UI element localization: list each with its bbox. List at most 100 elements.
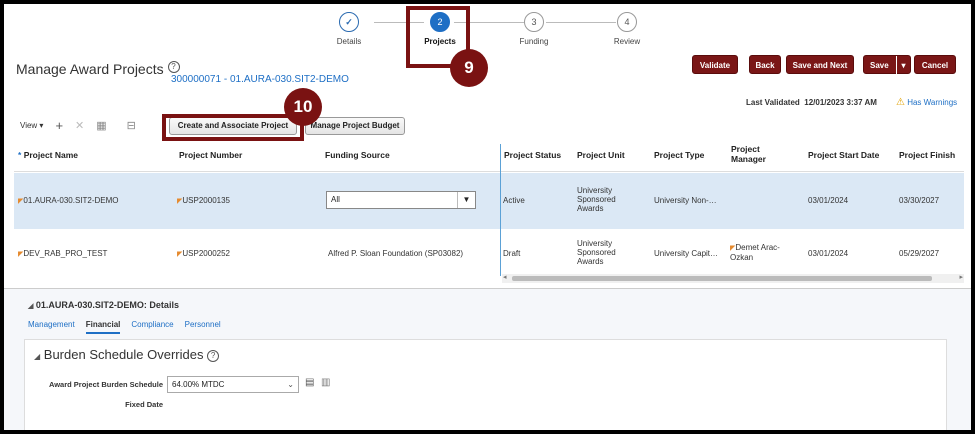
column-header-project-status[interactable]: Project Status bbox=[504, 150, 561, 160]
collapse-icon[interactable]: ◢ bbox=[34, 352, 40, 361]
project-number: USP2000135 bbox=[182, 196, 230, 205]
column-header-project-type[interactable]: Project Type bbox=[654, 150, 704, 160]
last-validated: Last Validated 12/01/2023 3:37 AM bbox=[746, 98, 877, 107]
validate-button[interactable]: Validate bbox=[692, 55, 738, 74]
project-manager-cell: ◤Demet Arac-Ozkan bbox=[730, 243, 790, 262]
warnings-link[interactable]: ⚠ Has Warnings bbox=[896, 97, 957, 108]
project-start-date: 03/01/2024 bbox=[808, 196, 849, 205]
burden-schedule-value: 64.00% MTDC bbox=[172, 380, 225, 389]
column-header-project-start-date[interactable]: Project Start Date bbox=[808, 150, 879, 160]
project-finish-date: 05/29/2027 bbox=[899, 249, 940, 258]
scrollbar-thumb[interactable] bbox=[512, 276, 932, 281]
callout-number: 10 bbox=[284, 88, 322, 126]
column-header-project-manager[interactable]: Project Manager bbox=[731, 144, 781, 164]
page-title-text: Manage Award Projects bbox=[16, 61, 164, 77]
table-row[interactable]: ◤DEV_RAB_PRO_TEST ◤USP2000252 Alfred P. … bbox=[14, 229, 964, 275]
last-validated-value: 12/01/2023 3:37 AM bbox=[804, 98, 877, 107]
column-header-label: Project Name bbox=[23, 150, 79, 160]
column-header-project-unit[interactable]: Project Unit bbox=[577, 150, 625, 160]
project-status: Active bbox=[503, 196, 525, 205]
delete-icon[interactable]: ✕ bbox=[75, 119, 84, 132]
warning-icon: ⚠ bbox=[896, 97, 905, 108]
burden-section: ◢ Burden Schedule Overrides ? Award Proj… bbox=[24, 339, 947, 430]
collapse-icon[interactable]: ◢ bbox=[28, 303, 33, 310]
tab-management[interactable]: Management bbox=[28, 320, 75, 334]
save-and-next-button[interactable]: Save and Next bbox=[786, 55, 854, 74]
scroll-right-icon[interactable]: ▸ bbox=[959, 273, 963, 281]
project-name: 01.AURA-030.SIT2-DEMO bbox=[23, 196, 119, 205]
project-name: DEV_RAB_PRO_TEST bbox=[23, 249, 108, 258]
column-header-project-number[interactable]: Project Number bbox=[179, 150, 242, 160]
help-icon[interactable]: ? bbox=[207, 349, 220, 362]
delete-icon[interactable]: ▥ bbox=[321, 377, 330, 388]
project-start-date: 03/01/2024 bbox=[808, 249, 849, 258]
freeze-icon[interactable]: ⊟ bbox=[127, 119, 136, 132]
funding-source: Alfred P. Sloan Foundation (SP03082) bbox=[328, 249, 464, 258]
train-step-label: Review bbox=[613, 37, 641, 46]
column-header-project-finish[interactable]: Project Finish bbox=[899, 150, 955, 160]
search-list-icon[interactable]: ▤ bbox=[305, 377, 314, 388]
table-row[interactable]: ◤01.AURA-030.SIT2-DEMO ◤USP2000135 All ▼… bbox=[14, 173, 964, 229]
project-number-cell: ◤USP2000252 bbox=[177, 249, 230, 259]
project-number: USP2000252 bbox=[182, 249, 230, 258]
section-title[interactable]: ◢ Burden Schedule Overrides ? bbox=[34, 347, 220, 362]
project-number-cell: ◤USP2000135 bbox=[177, 196, 230, 206]
details-title[interactable]: ◢ 01.AURA-030.SIT2-DEMO: Details bbox=[28, 300, 179, 310]
add-icon[interactable]: + bbox=[55, 118, 63, 133]
required-indicator: * bbox=[18, 150, 22, 160]
callout-highlight-create bbox=[162, 114, 304, 141]
app-frame: ✓ Details 2 Projects 3 Funding 4 Review … bbox=[4, 4, 971, 430]
details-panel: ◢ 01.AURA-030.SIT2-DEMO: Details Managem… bbox=[4, 288, 971, 430]
project-manager: Demet Arac-Ozkan bbox=[730, 243, 780, 262]
project-status: Draft bbox=[503, 249, 521, 258]
section-title-text: Burden Schedule Overrides bbox=[43, 347, 204, 362]
checkmark-icon: ✓ bbox=[339, 12, 359, 32]
scroll-left-icon[interactable]: ◂ bbox=[503, 273, 507, 281]
save-button[interactable]: Save ▾ bbox=[863, 55, 911, 75]
chevron-down-icon: ⌄ bbox=[287, 380, 294, 389]
process-train: ✓ Details 2 Projects 3 Funding 4 Review bbox=[324, 12, 664, 58]
project-name-cell: ◤DEV_RAB_PRO_TEST bbox=[18, 249, 107, 259]
view-menu[interactable]: View ▾ bbox=[20, 121, 43, 130]
warnings-text: Has Warnings bbox=[907, 98, 958, 107]
award-link[interactable]: 300000071 - 01.AURA-030.SIT2-DEMO bbox=[171, 74, 349, 85]
project-type: University Non-… bbox=[654, 196, 717, 205]
project-finish-date: 03/30/2027 bbox=[899, 196, 940, 205]
horizontal-scrollbar[interactable]: ◂ ▸ bbox=[502, 274, 964, 283]
train-step-label: Funding bbox=[519, 37, 549, 46]
last-validated-label: Last Validated bbox=[746, 98, 800, 107]
burden-schedule-combobox[interactable]: 64.00% MTDC ⌄ bbox=[167, 376, 299, 393]
tab-compliance[interactable]: Compliance bbox=[131, 320, 173, 334]
funding-source-select[interactable]: All ▼ bbox=[326, 191, 476, 209]
callout-number: 9 bbox=[450, 49, 488, 87]
tab-personnel[interactable]: Personnel bbox=[185, 320, 221, 334]
train-step-label: Details bbox=[336, 37, 362, 46]
manage-project-budget-button[interactable]: Manage Project Budget bbox=[305, 117, 405, 135]
back-button[interactable]: Back bbox=[749, 55, 781, 74]
project-type: University Capit… bbox=[654, 249, 719, 258]
burden-schedule-label: Award Project Burden Schedule bbox=[48, 380, 163, 389]
cancel-button[interactable]: Cancel bbox=[914, 55, 956, 74]
train-step-review[interactable]: 4 Review bbox=[597, 12, 657, 46]
page-title: Manage Award Projects ? bbox=[16, 61, 180, 77]
tab-financial[interactable]: Financial bbox=[85, 320, 121, 334]
chevron-down-icon[interactable]: ▾ bbox=[896, 56, 910, 75]
project-unit: University Sponsored Awards bbox=[577, 186, 616, 213]
header-divider bbox=[14, 171, 964, 172]
project-unit: University Sponsored Awards bbox=[577, 239, 616, 266]
columns-icon[interactable]: ▦ bbox=[96, 119, 106, 132]
frozen-column-divider bbox=[500, 144, 501, 276]
column-header-project-name[interactable]: * Project Name bbox=[18, 150, 78, 160]
save-button-label: Save bbox=[870, 61, 889, 70]
train-step-number: 3 bbox=[524, 12, 544, 32]
train-step-details[interactable]: ✓ Details bbox=[319, 12, 379, 46]
train-step-funding[interactable]: 3 Funding bbox=[504, 12, 564, 46]
help-icon[interactable]: ? bbox=[167, 61, 180, 73]
details-title-text: 01.AURA-030.SIT2-DEMO: Details bbox=[35, 300, 179, 310]
project-name-cell: ◤01.AURA-030.SIT2-DEMO bbox=[18, 196, 119, 206]
fixed-date-label: Fixed Date bbox=[125, 400, 163, 409]
chevron-down-icon: ▼ bbox=[457, 192, 475, 208]
column-header-funding-source[interactable]: Funding Source bbox=[325, 150, 390, 160]
funding-source-value: All bbox=[331, 195, 340, 204]
table-toolbar: View ▾ + ✕ ▦ ⊟ bbox=[20, 117, 136, 133]
